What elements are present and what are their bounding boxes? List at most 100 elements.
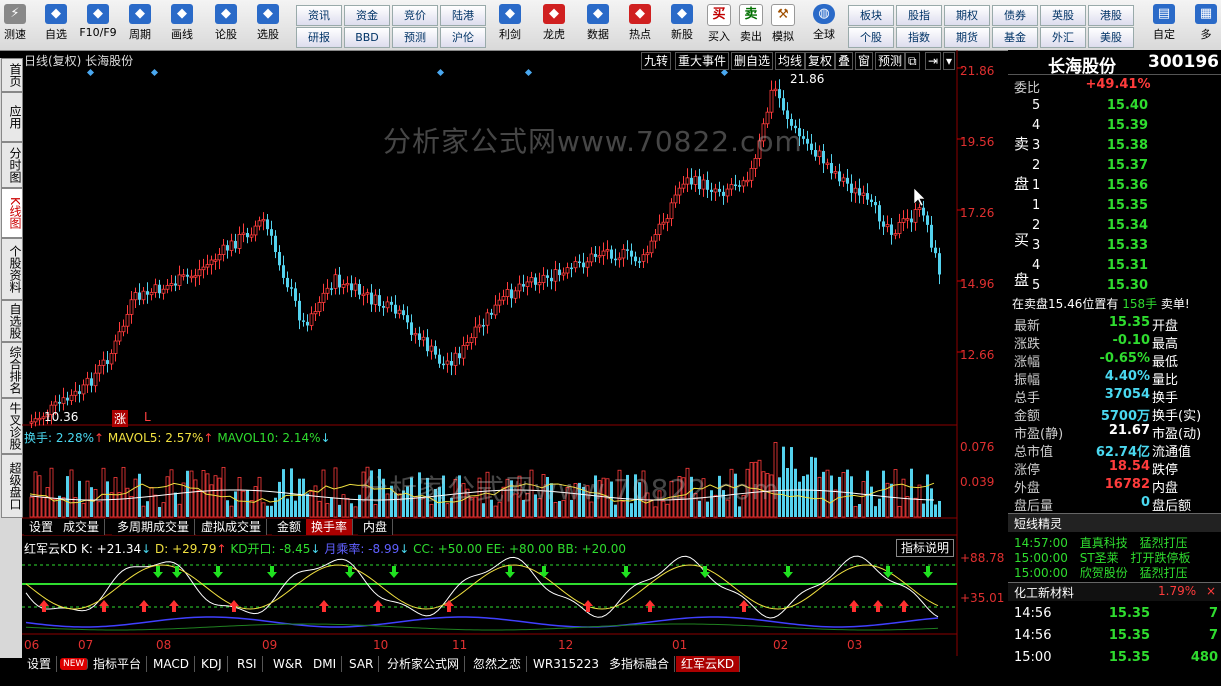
toolbar-item2-2[interactable]: ◆ 数据 [578, 2, 618, 48]
candle-body [485, 312, 490, 326]
candle-body [669, 202, 674, 220]
speed-test-button[interactable]: ⚡ 测速 [0, 2, 30, 48]
volume-bar [794, 468, 797, 517]
toolbar-item-3[interactable]: ◆ 画线 [162, 2, 202, 48]
window-icon[interactable]: ⧉ [905, 52, 920, 70]
volume-bar [833, 489, 838, 518]
indicator-tab-1[interactable]: 成交量 [58, 519, 106, 535]
toolbar-item2-0[interactable]: ◆ 利剑 [490, 2, 530, 48]
bottom-tab-3[interactable]: MACD [148, 656, 195, 672]
chevron-down-icon[interactable]: ▾ [943, 52, 956, 70]
left-tab-2[interactable]: 分时图 [1, 142, 23, 188]
toolbar-grid2-button[interactable]: 英股 [1040, 5, 1086, 26]
arrow-right-icon[interactable]: ⇥ [925, 52, 942, 70]
volume-bar [117, 492, 122, 518]
toolbar-grid1-button[interactable]: 预测 [392, 27, 438, 48]
toolbar-grid1-button[interactable]: 陆港 [440, 5, 486, 26]
chart-top-button-7[interactable]: 预测 [875, 52, 906, 70]
toolbar-item-2[interactable]: ◆ 周期 [120, 2, 160, 48]
toolbar-grid2-button[interactable]: 板块 [848, 5, 894, 26]
bottom-tab-7[interactable]: DMI [308, 656, 343, 672]
chart-top-button-1[interactable]: 重大事件 [675, 52, 730, 70]
toolbar-item2-3[interactable]: ◆ 热点 [620, 2, 660, 48]
toolbar-grid1-button[interactable]: 研报 [296, 27, 342, 48]
left-tab-1[interactable]: 应用 [1, 92, 23, 142]
high-price-label: 21.86 [790, 72, 825, 86]
bottom-tab-13[interactable]: 红军云KD [676, 656, 741, 672]
sector-row[interactable]: 化工新材料 1.79% × [1008, 582, 1221, 601]
chart-top-button-6[interactable]: 窗 [855, 52, 874, 70]
indicator-tab-6[interactable]: 内盘 [358, 519, 394, 535]
buy-arrow-marker [739, 600, 749, 612]
bottom-tab-10[interactable]: 忽然之恋 [468, 656, 528, 672]
toolbar-item-0[interactable]: ◆ 自选 [36, 2, 76, 48]
bottom-tab-1[interactable]: NEW [60, 658, 89, 670]
toolbar-grid2-button[interactable]: 债券 [992, 5, 1038, 26]
toolbar-grid1-button[interactable]: BBD [344, 27, 390, 48]
toolbar-grid2-button[interactable]: 美股 [1088, 27, 1134, 48]
indicator-tab-2[interactable]: 多周期成交量 [112, 519, 196, 535]
toolbar-grid2-button[interactable]: 期货 [944, 27, 990, 48]
month-label: 10 [373, 638, 389, 652]
bottom-tab-2[interactable]: 指标平台 [88, 656, 148, 672]
toolbar-grid2-button[interactable]: 指数 [896, 27, 942, 48]
left-tab-5[interactable]: 自选股 [1, 300, 23, 342]
left-tab-8[interactable]: 超级盘口 [1, 454, 23, 518]
kd-d-line [25, 564, 939, 610]
global-button[interactable]: ◍ 全球 [804, 2, 844, 48]
toolbar-item-1[interactable]: ◆ F10/F9 [78, 2, 118, 48]
candle-body [729, 184, 734, 190]
trade-button-1[interactable]: 卖 卖出 [736, 2, 766, 48]
left-tab-6[interactable]: 综合排名 [1, 342, 23, 398]
bottom-tab-8[interactable]: SAR [344, 656, 380, 672]
bottom-tab-5[interactable]: RSI [232, 656, 263, 672]
toolbar-grid1-button[interactable]: 沪伦 [440, 27, 486, 48]
indicator-tab-0[interactable]: 设置 [24, 519, 60, 535]
trade-button-0[interactable]: 买 买入 [704, 2, 734, 48]
toolbar-grid2-button[interactable]: 港股 [1088, 5, 1134, 26]
volume-bar [782, 446, 785, 517]
short-elf-header[interactable]: 短线精灵 [1008, 513, 1221, 532]
indicator-tab-3[interactable]: 虚拟成交量 [196, 519, 268, 535]
custom-button[interactable]: ▤ 自定 [1144, 2, 1184, 48]
chart-top-button-2[interactable]: 删自选 [731, 52, 774, 70]
left-tab-4[interactable]: 个股资料 [1, 238, 23, 300]
bottom-tab-12[interactable]: 多指标融合 [604, 656, 676, 672]
candle-body [578, 261, 581, 263]
more-button[interactable]: ▦ 多 [1192, 2, 1220, 48]
toolbar-item-5[interactable]: ◆ 选股 [248, 2, 288, 48]
trade-button-2[interactable]: ⚒ 模拟 [768, 2, 798, 48]
toolbar-item2-4[interactable]: ◆ 新股 [662, 2, 702, 48]
toolbar-grid2-button[interactable]: 外汇 [1040, 27, 1086, 48]
candle-body [390, 301, 393, 305]
indicator-tab-5[interactable]: 换手率 [306, 519, 354, 535]
chart-top-button-5[interactable]: 叠 [835, 52, 854, 70]
indicator-help-button[interactable]: 指标说明 [896, 539, 955, 557]
toolbar-grid2-button[interactable]: 基金 [992, 27, 1038, 48]
indicator-tab-4[interactable]: 金额 [272, 519, 308, 535]
toolbar-grid2-button[interactable]: 期权 [944, 5, 990, 26]
candle-body [473, 326, 478, 339]
toolbar-item-4[interactable]: ◆ 论股 [206, 2, 246, 48]
toolbar-grid1-button[interactable]: 竞价 [392, 5, 438, 26]
toolbar-item2-1[interactable]: ◆ 龙虎 [534, 2, 574, 48]
left-tab-3[interactable]: K线图 [1, 188, 23, 238]
short-elf-row[interactable]: 15:00:00 欣贺股份 猛烈打压 [1014, 564, 1188, 581]
bottom-tab-4[interactable]: KDJ [196, 656, 228, 672]
toolbar-grid1-button[interactable]: 资金 [344, 5, 390, 26]
toolbar-grid1-button[interactable]: 资讯 [296, 5, 342, 26]
toolbar-grid2-button[interactable]: 股指 [896, 5, 942, 26]
bottom-tab-6[interactable]: W&R [268, 656, 309, 672]
bottom-tab-0[interactable]: 设置 [22, 656, 58, 672]
chart-top-button-0[interactable]: 九转 [641, 52, 672, 70]
chart-top-button-4[interactable]: 复权 [805, 52, 836, 70]
left-tab-7[interactable]: 牛叉诊股 [1, 398, 23, 454]
close-icon[interactable]: × [1206, 584, 1216, 598]
candle-body [621, 248, 626, 259]
left-tab-0[interactable]: 首页 [1, 58, 23, 92]
bottom-tab-9[interactable]: 分析家公式网 [382, 656, 466, 672]
chart-top-button-3[interactable]: 均线 [775, 52, 806, 70]
candle-body [317, 302, 322, 312]
toolbar-grid2-button[interactable]: 个股 [848, 27, 894, 48]
bottom-tab-11[interactable]: WR315223 [528, 656, 606, 672]
